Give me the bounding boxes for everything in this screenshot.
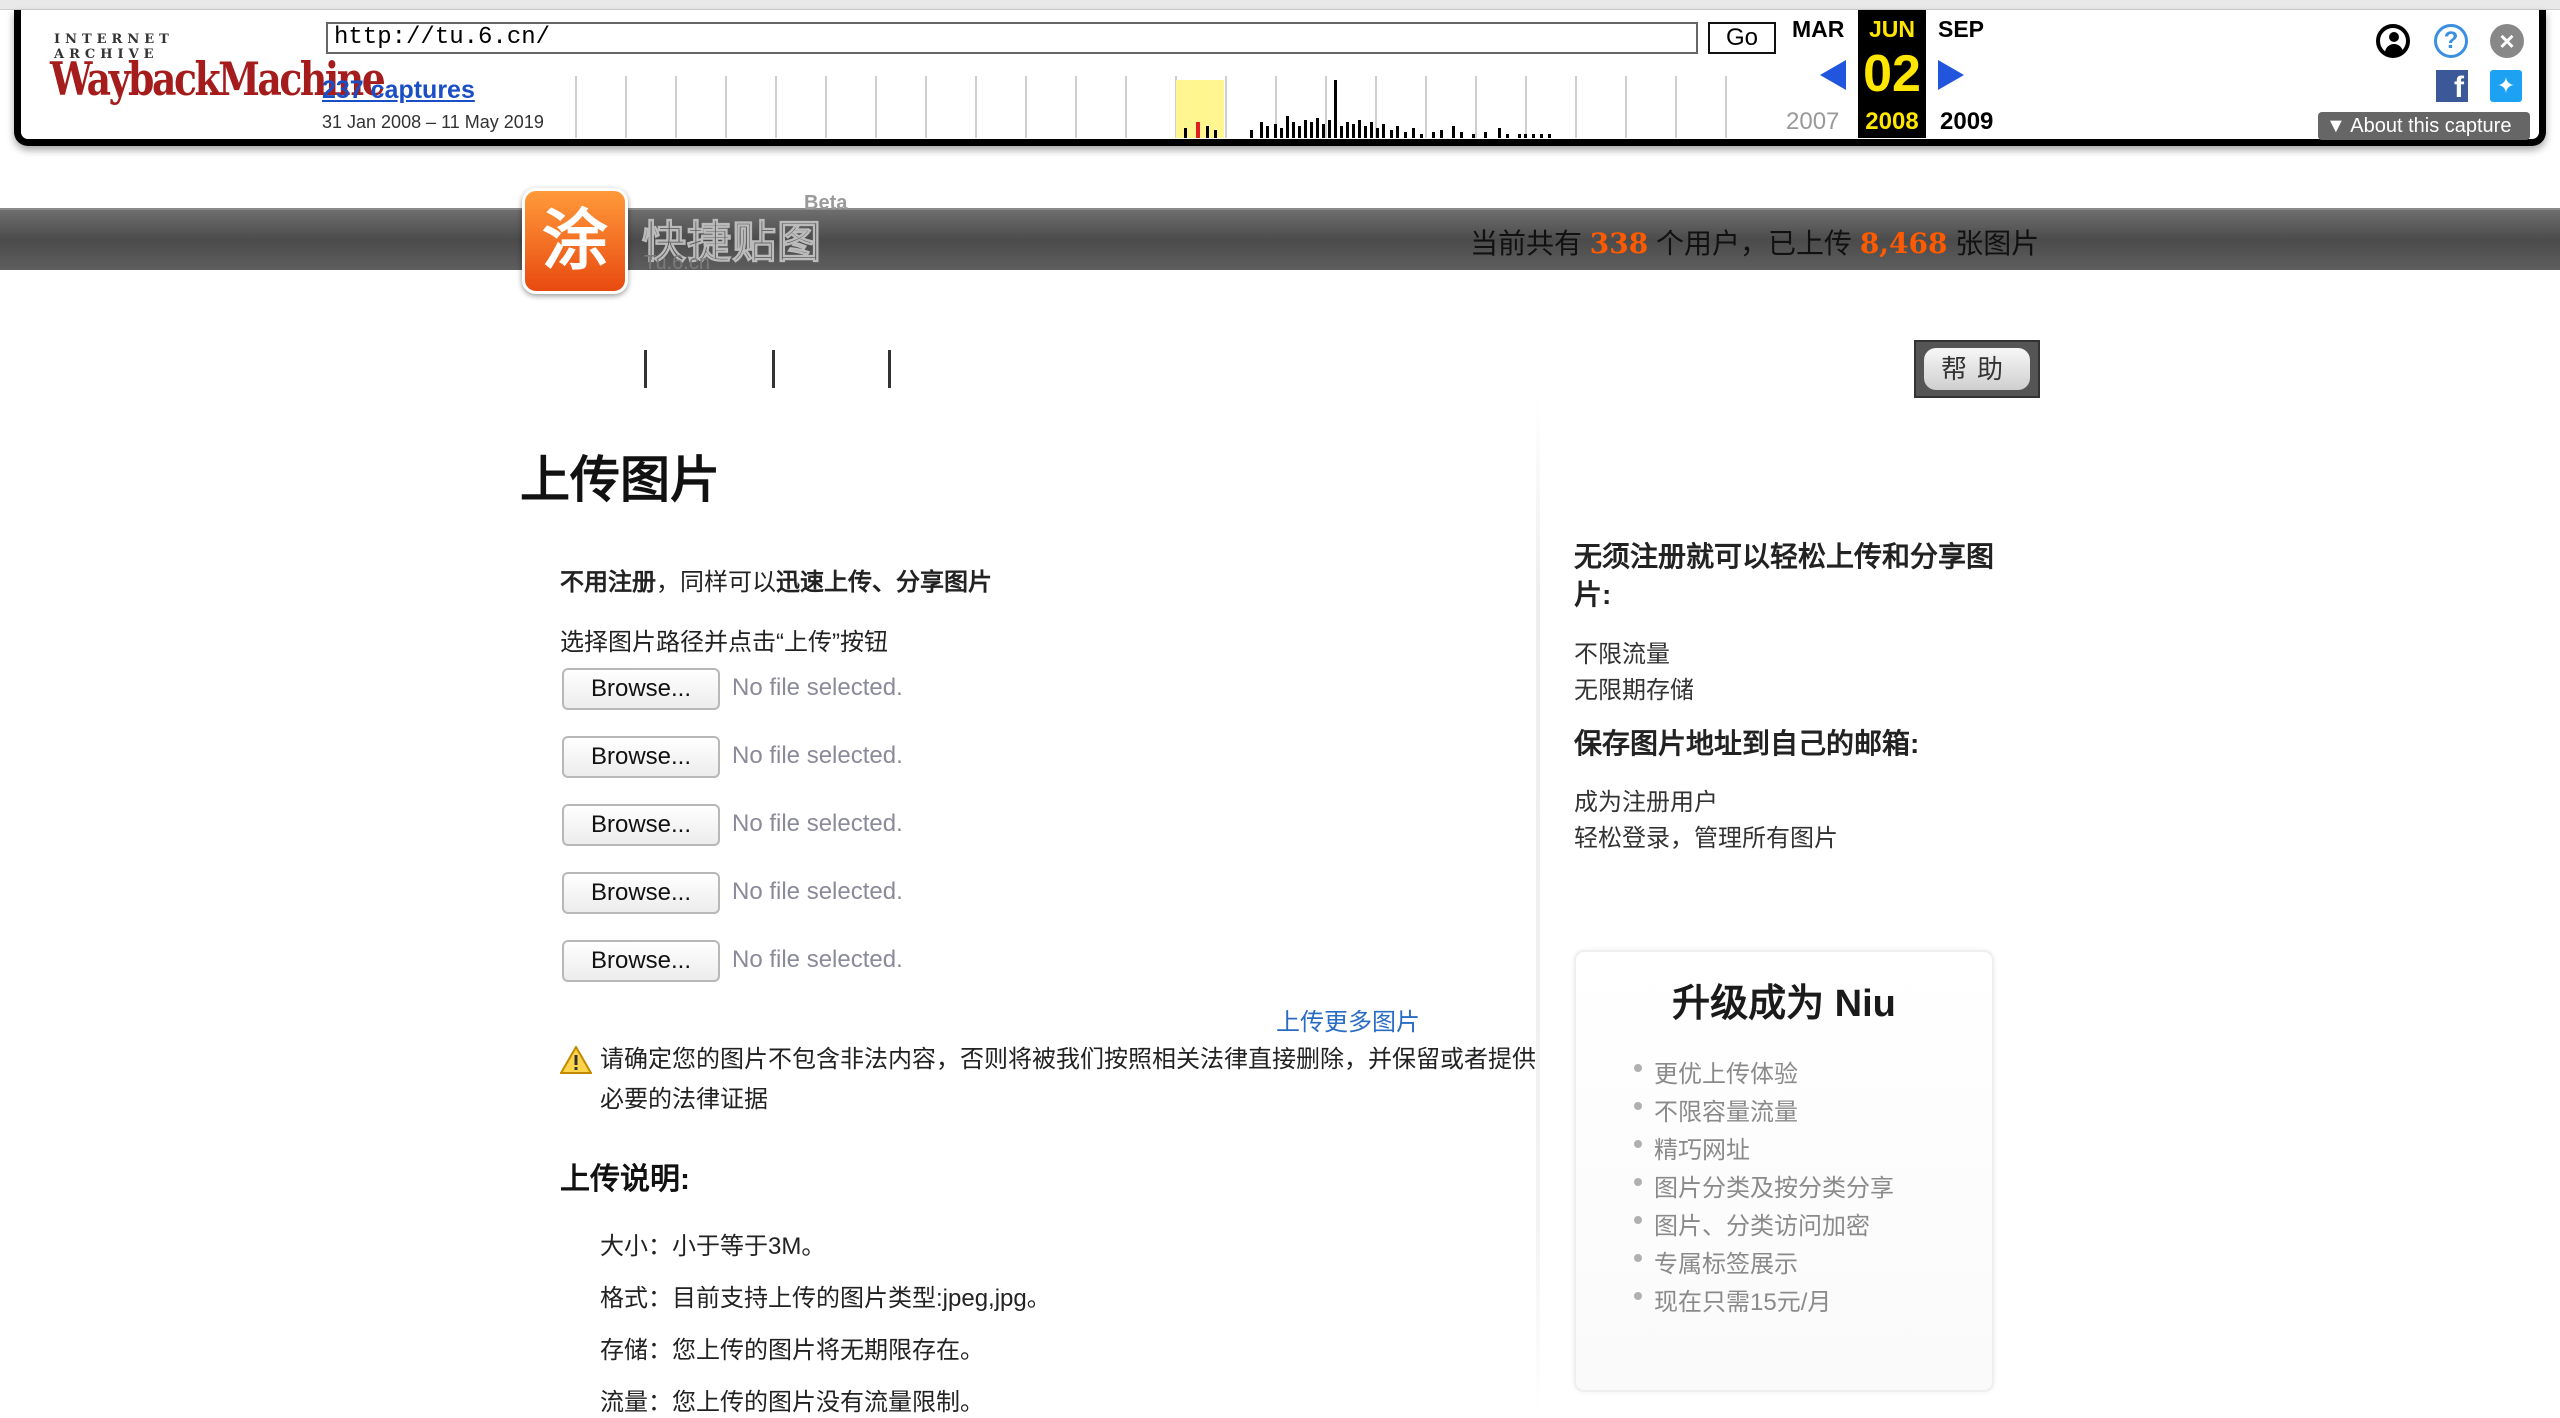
intro-bold-2: 迅速上传、分享图片 bbox=[776, 569, 992, 596]
capture-sparkline[interactable] bbox=[574, 76, 1774, 138]
site-logo-subtitle: Tu.6.cn bbox=[644, 252, 710, 274]
intro-mid: ，同样可以 bbox=[656, 569, 776, 596]
about-capture-button[interactable]: ▼ About this capture bbox=[2318, 112, 2530, 140]
niu-feature: 图片分类及按分类分享 bbox=[1634, 1168, 1894, 1203]
close-icon[interactable]: × bbox=[2490, 24, 2524, 58]
upload-instructions-heading: 上传说明: bbox=[560, 1163, 690, 1196]
spec-storage: 存储：您上传的图片将无期限存在。 bbox=[600, 1337, 984, 1364]
help-icon[interactable]: ? bbox=[2434, 24, 2468, 58]
sidebar-divider bbox=[1536, 400, 1540, 1418]
file-status: No file selected. bbox=[732, 878, 903, 905]
stats-prefix: 当前共有 bbox=[1470, 228, 1583, 259]
next-year-label[interactable]: 2009 bbox=[1940, 108, 1993, 136]
niu-feature: 更优上传体验 bbox=[1634, 1054, 1798, 1089]
current-month-label: JUN bbox=[1868, 16, 1915, 42]
spec-format: 格式：目前支持上传的图片类型:jpeg,jpg。 bbox=[600, 1285, 1051, 1312]
file-status: No file selected. bbox=[732, 742, 903, 769]
current-year-label: 2008 bbox=[1865, 108, 1919, 135]
captures-link[interactable]: 237 captures bbox=[322, 76, 475, 105]
stats-image-count: 8,468 bbox=[1859, 227, 1948, 260]
sidebar-item: 轻松登录，管理所有图片 bbox=[1574, 825, 1838, 852]
wayback-toolbar: INTERNET ARCHIVE WaybackMachine http://t… bbox=[0, 0, 2560, 158]
browse-button[interactable]: Browse... bbox=[562, 940, 720, 982]
niu-feature: 图片、分类访问加密 bbox=[1634, 1206, 1870, 1241]
facebook-icon[interactable]: f bbox=[2436, 70, 2468, 102]
nav-separator bbox=[888, 350, 891, 388]
legal-warning: 请确定您的图片不包含非法内容，否则将被我们按照相关法律直接删除，并保留或者提供必… bbox=[600, 1046, 1536, 1113]
site-logo-char: 涂 bbox=[542, 202, 608, 279]
niu-feature: 现在只需15元/月 bbox=[1633, 1282, 1831, 1317]
sidebar-heading-free: 无须注册就可以轻松上传和分享图片: bbox=[1574, 541, 1995, 610]
niu-title[interactable]: 升级成为 Niu bbox=[1576, 972, 1992, 1027]
stats-user-count: 338 bbox=[1589, 227, 1649, 260]
upload-more-link[interactable]: 上传更多图片 bbox=[1276, 1002, 1420, 1037]
niu-feature: 精巧网址 bbox=[1634, 1130, 1750, 1165]
nav-separator bbox=[772, 350, 775, 388]
file-status: No file selected. bbox=[732, 674, 903, 701]
spec-traffic: 流量：您上传的图片没有流量限制。 bbox=[600, 1389, 984, 1416]
niu-feature: 不限容量流量 bbox=[1634, 1092, 1798, 1127]
niu-feature: 专属标签展示 bbox=[1634, 1244, 1798, 1279]
user-icon[interactable] bbox=[2376, 24, 2410, 58]
stats-mid: 个用户，已上传 bbox=[1656, 228, 1853, 259]
wayback-go-button[interactable]: Go bbox=[1708, 22, 1776, 54]
sidebar-item: 无限期存储 bbox=[1574, 677, 1694, 704]
nav-separator bbox=[644, 350, 647, 388]
spec-size: 大小：小于等于3M。 bbox=[600, 1233, 826, 1260]
site-stats: 当前共有 338 个用户，已上传 8,468 张图片 bbox=[1470, 222, 2039, 262]
browse-button[interactable]: Browse... bbox=[562, 668, 720, 710]
site-header-band bbox=[0, 208, 2560, 270]
current-day-label: 02 bbox=[1863, 45, 1921, 103]
twitter-icon[interactable]: ✦ bbox=[2490, 70, 2522, 102]
next-month-label[interactable]: SEP bbox=[1938, 16, 1984, 43]
wayback-url-input[interactable]: http://tu.6.cn/ bbox=[326, 22, 1698, 54]
next-capture-arrow-icon[interactable] bbox=[1938, 60, 1964, 90]
browser-edge bbox=[0, 0, 2560, 10]
intro-text: 不用注册，同样可以迅速上传、分享图片 bbox=[560, 562, 992, 597]
browse-button[interactable]: Browse... bbox=[562, 872, 720, 914]
intro-bold-1: 不用注册 bbox=[560, 569, 656, 596]
page-title: 上传图片 bbox=[520, 452, 720, 508]
prev-capture-arrow-icon[interactable] bbox=[1820, 60, 1846, 90]
site-logo-beta: Beta bbox=[804, 192, 848, 214]
file-status: No file selected. bbox=[732, 810, 903, 837]
sidebar-item: 不限流量 bbox=[1574, 641, 1670, 668]
niu-upgrade-box: 升级成为 Niu 更优上传体验 不限容量流量 精巧网址 图片分类及按分类分享 图… bbox=[1574, 950, 1994, 1392]
upload-instruction: 选择图片路径并点击“上传”按钮 bbox=[560, 629, 888, 656]
prev-month-label[interactable]: MAR bbox=[1792, 16, 1844, 43]
file-status: No file selected. bbox=[732, 946, 903, 973]
browse-button[interactable]: Browse... bbox=[562, 736, 720, 778]
sidebar-heading-email: 保存图片地址到自己的邮箱: bbox=[1574, 728, 1920, 759]
prev-year-label[interactable]: 2007 bbox=[1786, 108, 1839, 136]
sidebar-item: 成为注册用户 bbox=[1574, 789, 1718, 816]
wayback-logo[interactable]: INTERNET ARCHIVE WaybackMachine bbox=[34, 30, 386, 110]
site-logo-icon[interactable]: 涂 bbox=[522, 188, 628, 294]
stats-suffix: 张图片 bbox=[1955, 228, 2040, 259]
warning-icon bbox=[560, 1046, 592, 1074]
help-button[interactable]: 帮助 bbox=[1914, 340, 2040, 398]
browse-button[interactable]: Browse... bbox=[562, 804, 720, 846]
capture-date-range: 31 Jan 2008 – 11 May 2019 bbox=[322, 112, 544, 132]
help-button-label: 帮助 bbox=[1924, 348, 2030, 390]
